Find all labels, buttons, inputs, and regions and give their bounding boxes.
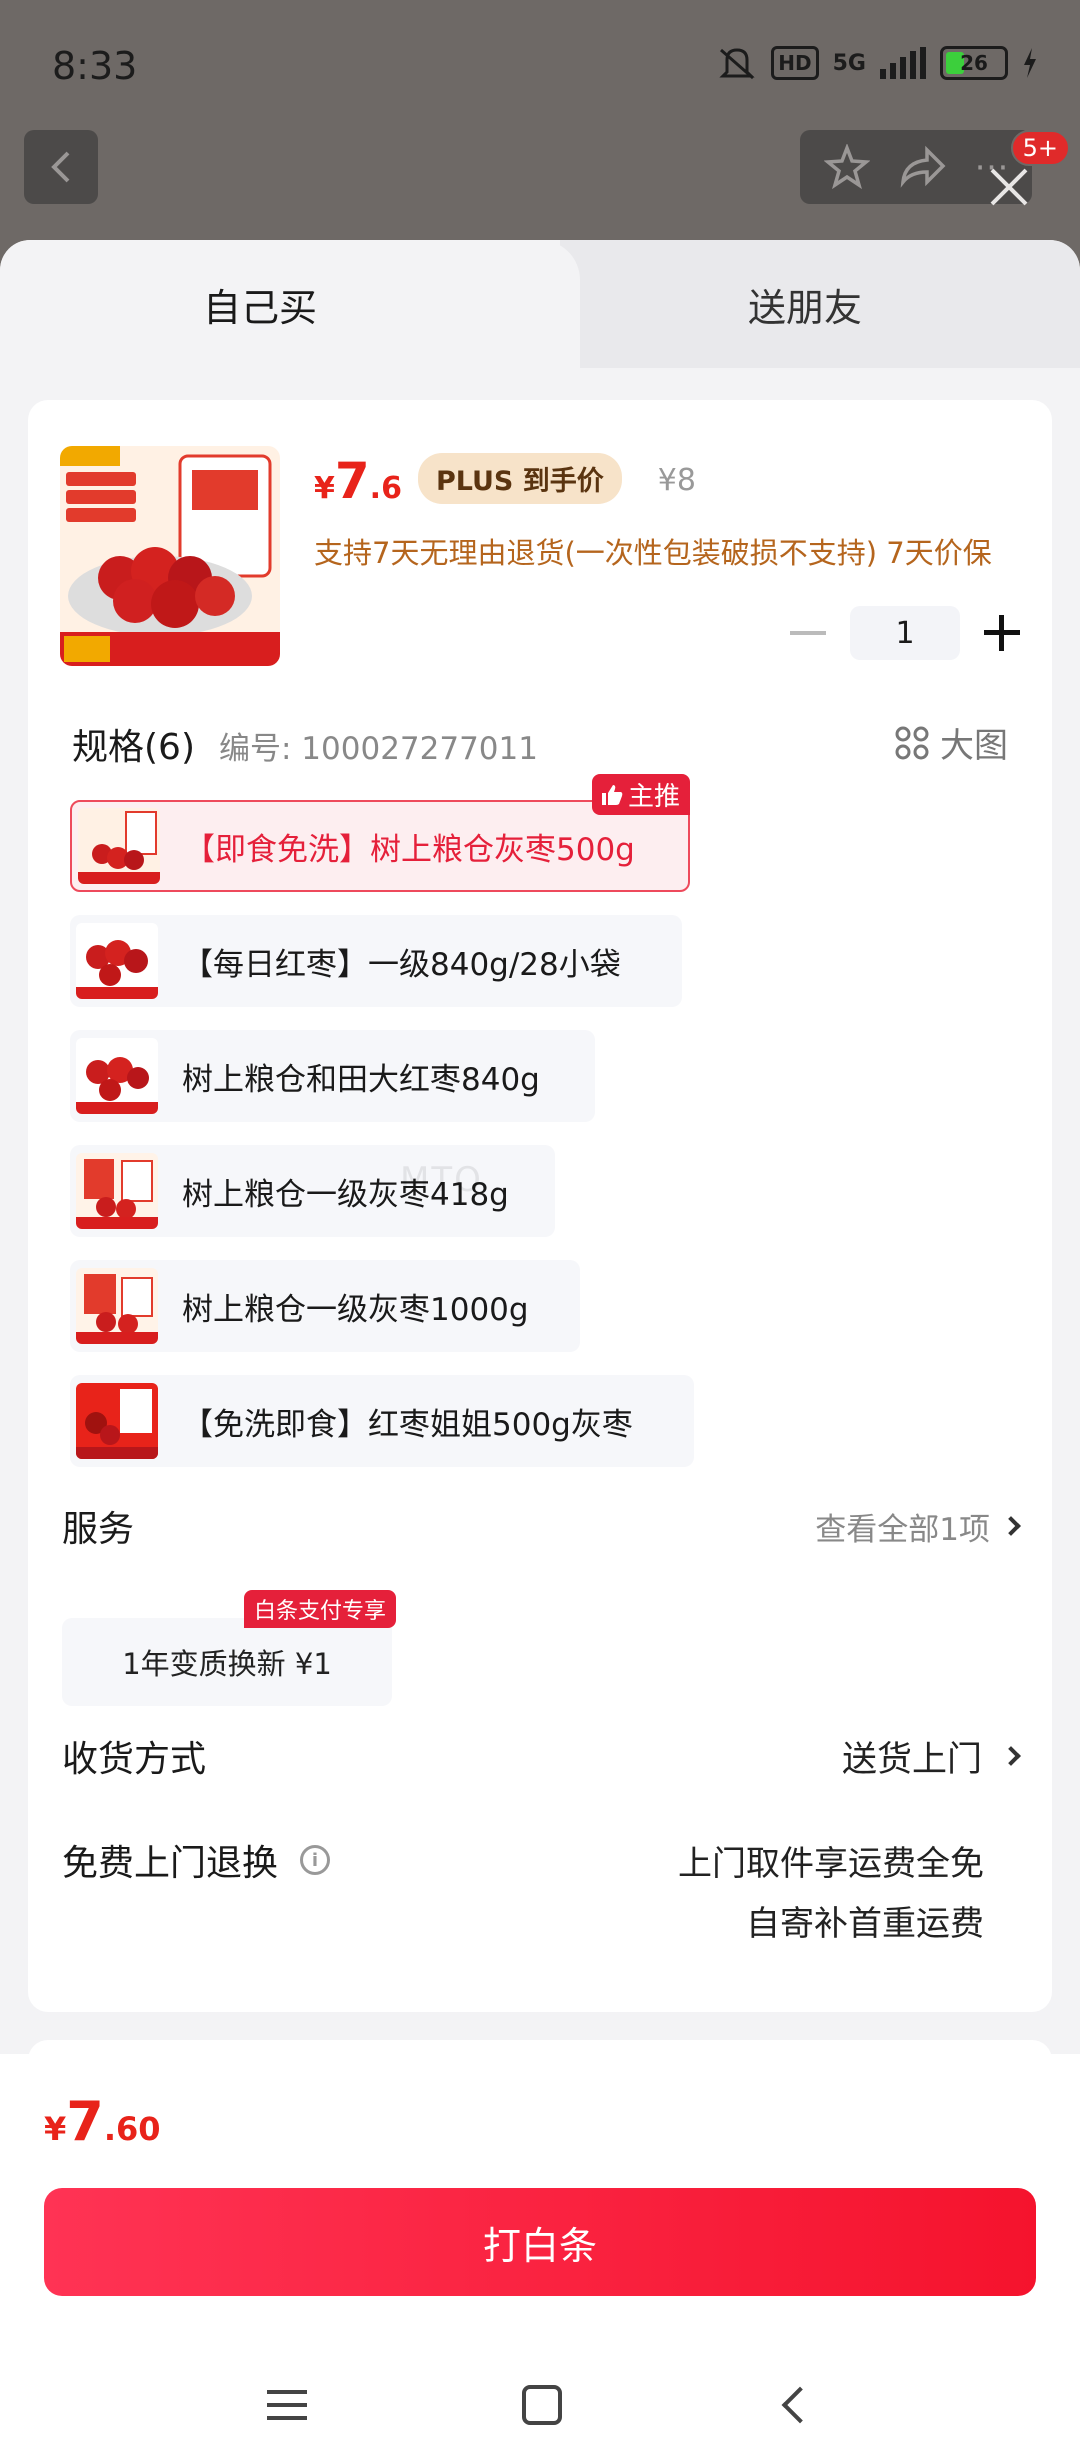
- status-bar: 8:33 HD 5G 26: [0, 0, 1080, 130]
- network-type: 5G: [832, 50, 866, 76]
- free-return-line2: 自寄补首重运费: [746, 1904, 984, 1944]
- quantity-stepper: 1: [790, 606, 1024, 660]
- return-policy-text: 支持7天无理由退货(一次性包装破损不支持) 7天价保: [314, 536, 992, 570]
- charging-icon: [1022, 48, 1038, 78]
- total-currency: ¥: [44, 2110, 67, 2148]
- product-thumbnail[interactable]: [60, 446, 280, 666]
- spec-thumbnail: [76, 1383, 158, 1459]
- tab-gift[interactable]: 送朋友: [530, 240, 1080, 368]
- spec-option-label: 【即食免洗】树上粮仓灰枣500g: [184, 831, 635, 868]
- delivery-value: 送货上门: [841, 1739, 982, 1780]
- spec-option-label: 树上粮仓和田大红枣840g: [182, 1061, 540, 1098]
- spec-thumbnail: [76, 923, 158, 999]
- spec-option[interactable]: 主推 【即食免洗】树上粮仓灰枣500g: [70, 774, 690, 892]
- total-price: ¥ 7 .60: [44, 2090, 161, 2153]
- plus-price-badge: PLUS 到手价: [417, 453, 622, 504]
- quantity-value[interactable]: 1: [850, 606, 960, 660]
- increase-button[interactable]: [984, 613, 1024, 653]
- spec-thumbnail: [76, 1038, 158, 1114]
- price-integer: 7: [334, 452, 370, 510]
- grid-icon: [895, 726, 929, 759]
- big-image-label: 大图: [940, 726, 1008, 766]
- menu-icon[interactable]: [267, 2390, 308, 2420]
- close-icon[interactable]: [984, 162, 1034, 212]
- bottom-bar: ¥ 7 .60 打白条: [0, 2054, 1080, 2460]
- free-return-line1: 上门取件享运费全免: [678, 1844, 984, 1884]
- price-row: ¥ 7 .6 PLUS 到手价 ¥8: [314, 452, 696, 512]
- home-icon[interactable]: [521, 2385, 562, 2425]
- service-tag: 白条支付专享: [244, 1590, 397, 1628]
- service-row: 服务 查看全部1项: [62, 1500, 1021, 1552]
- total-decimal: .60: [103, 2110, 161, 2148]
- chevron-left-icon: [51, 151, 70, 183]
- tab-bar: 送朋友 自己买: [0, 240, 1080, 368]
- spec-option[interactable]: 树上粮仓一级灰枣1000g: [70, 1260, 580, 1352]
- spec-thumbnail: [78, 808, 160, 884]
- spec-thumbnail: [76, 1153, 158, 1229]
- decrease-button[interactable]: [790, 631, 826, 635]
- spec-header: 规格(6) 编号: 100027277011: [72, 718, 538, 770]
- spec-thumbnail: [76, 1268, 158, 1344]
- watermark: MTO: [400, 1160, 483, 1200]
- spec-option[interactable]: 【免洗即食】红枣姐姐500g灰枣: [70, 1375, 694, 1467]
- spec-option-label: 树上粮仓一级灰枣1000g: [182, 1291, 529, 1328]
- free-return-title: 免费上门退换: [62, 1843, 279, 1884]
- mute-icon: [717, 46, 757, 80]
- cart-badge: 5+: [1010, 130, 1070, 166]
- product-card: ¥ 7 .6 PLUS 到手价 ¥8 支持7天无理由退货(一次性包装破损不支持)…: [28, 400, 1052, 2012]
- spec-option-label: 【免洗即食】红枣姐姐500g灰枣: [182, 1406, 633, 1443]
- original-price: ¥8: [657, 463, 696, 498]
- delivery-row[interactable]: 收货方式 送货上门: [62, 1730, 1021, 1782]
- service-view-all-label: 查看全部1项: [815, 1511, 990, 1548]
- status-icons: HD 5G 26: [717, 46, 1038, 80]
- product-code: 编号: 100027277011: [219, 731, 538, 767]
- delivery-title: 收货方式: [62, 1739, 207, 1780]
- spec-option[interactable]: 树上粮仓和田大红枣840g: [70, 1030, 595, 1122]
- price-decimal: .6: [369, 471, 402, 506]
- service-option[interactable]: 1年变质换新 ¥1: [62, 1618, 392, 1706]
- spec-option-label: 【每日红枣】一级840g/28小袋: [182, 946, 621, 983]
- share-icon[interactable]: [897, 144, 947, 190]
- status-time: 8:33: [52, 44, 138, 88]
- tab-buy-self[interactable]: 自己买: [0, 240, 560, 368]
- big-image-toggle[interactable]: 大图: [894, 718, 1008, 767]
- total-integer: 7: [66, 2090, 104, 2153]
- price-currency: ¥: [314, 471, 335, 506]
- back-icon[interactable]: [781, 2386, 819, 2424]
- free-return-row: 免费上门退换 i 上门取件享运费全免 自寄补首重运费: [62, 1834, 1018, 1944]
- battery-icon: 26: [940, 46, 1008, 80]
- service-title: 服务: [62, 1509, 135, 1550]
- spec-option[interactable]: 【每日红枣】一级840g/28小袋: [70, 915, 682, 1007]
- hd-icon: HD: [771, 46, 819, 80]
- recommended-tag-label: 主推: [627, 782, 680, 812]
- delivery-value-wrap: 送货上门: [841, 1731, 1021, 1782]
- free-return-details: 上门取件享运费全免 自寄补首重运费: [678, 1834, 984, 1954]
- chevron-right-icon: [1001, 1516, 1021, 1536]
- recommended-tag: 主推: [591, 774, 690, 815]
- star-icon[interactable]: [823, 144, 870, 190]
- system-nav-bar: [0, 2350, 1080, 2460]
- thumbs-up-icon: [601, 784, 623, 805]
- pay-with-baitiao-button[interactable]: 打白条: [44, 2188, 1036, 2296]
- spec-title: 规格(6): [72, 727, 195, 768]
- chevron-right-icon: [1001, 1746, 1021, 1766]
- info-icon[interactable]: i: [300, 1845, 331, 1875]
- spec-list: 主推 【即食免洗】树上粮仓灰枣500g 【每日红枣】一级840g/28小袋 树上…: [70, 774, 694, 1490]
- service-view-all[interactable]: 查看全部1项: [815, 1504, 1021, 1549]
- signal-icon: [880, 47, 926, 79]
- back-button[interactable]: [24, 130, 98, 204]
- battery-level: 26: [960, 51, 988, 75]
